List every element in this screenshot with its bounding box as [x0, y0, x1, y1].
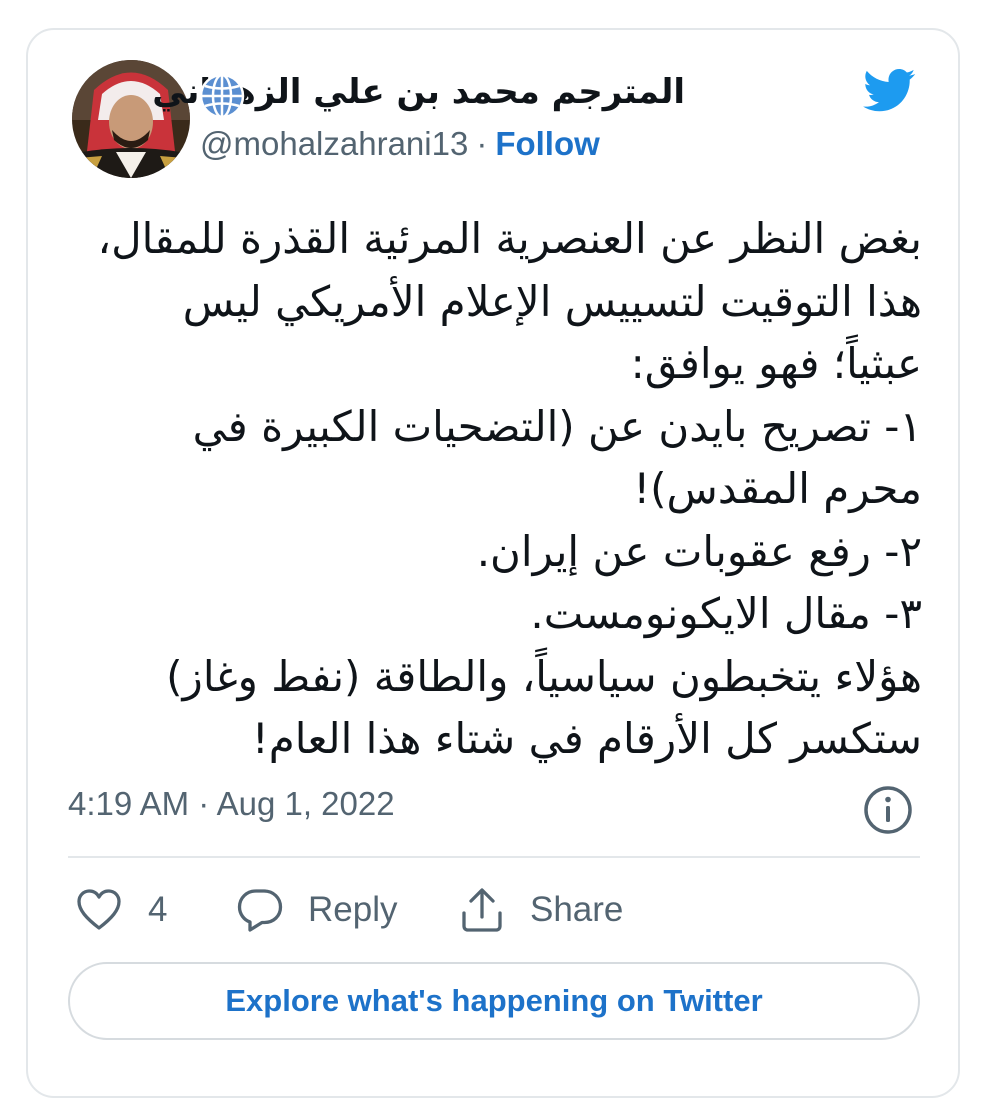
share-label: Share — [530, 890, 624, 929]
share-button[interactable]: Share — [460, 880, 623, 940]
speech-bubble-icon — [237, 889, 283, 932]
tweet-line: بغض النظر عن العنصرية المرئية القذرة للم… — [97, 214, 922, 263]
like-count: 4 — [148, 890, 168, 929]
upload-arrow-icon — [462, 888, 502, 932]
follow-button[interactable]: Follow — [495, 125, 599, 162]
handle-separator: · — [476, 125, 488, 162]
tweet-date: Aug 1, 2022 — [216, 785, 395, 822]
reply-label: Reply — [308, 890, 398, 929]
tweet-line: هؤلاء يتخبطون سياسياً، والطاقة (نفط وغاز… — [166, 651, 922, 701]
tweet-line: محرم المقدس)! — [633, 464, 922, 513]
info-icon[interactable] — [862, 784, 914, 836]
handle-line: @mohalzahrani13 · Follow — [200, 125, 600, 163]
tweet-time: 4:19 AM — [68, 785, 190, 822]
tweet-line: ١- تصريح بايدن عن (التضحيات الكبيرة في — [192, 401, 922, 451]
tweet-line: عبثياً؛ فهو يوافق: — [630, 339, 922, 388]
tweet-line: ستكسر كل الأرقام في شتاء هذا العام! — [251, 714, 922, 763]
reply-button[interactable]: Reply — [236, 880, 397, 940]
author-handle[interactable]: @mohalzahrani13 — [200, 125, 468, 162]
explore-twitter-button[interactable]: Explore what's happening on Twitter — [68, 962, 920, 1040]
explore-label: Explore what's happening on Twitter — [225, 983, 763, 1018]
tweet-timestamp[interactable]: 4:19 AM · Aug 1, 2022 — [68, 785, 395, 823]
twitter-bird-icon[interactable] — [860, 64, 920, 116]
globe-icon — [199, 73, 245, 119]
heart-icon — [77, 889, 121, 930]
timestamp-separator: · — [198, 785, 210, 822]
tweet-line: ٢- رفع عقوبات عن إيران. — [476, 526, 922, 576]
tweet-text: بغض النظر عن العنصرية المرئية القذرة للم… — [62, 208, 922, 771]
tweet-line: هذا التوقيت لتسييس الإعلام الأمريكي ليس — [182, 276, 922, 326]
like-button[interactable]: 4 — [76, 880, 167, 940]
tweet-actions: 4 Reply Share — [68, 880, 920, 940]
divider — [68, 856, 920, 858]
tweet-line: ٣- مقال الايكونومست. — [530, 589, 922, 638]
